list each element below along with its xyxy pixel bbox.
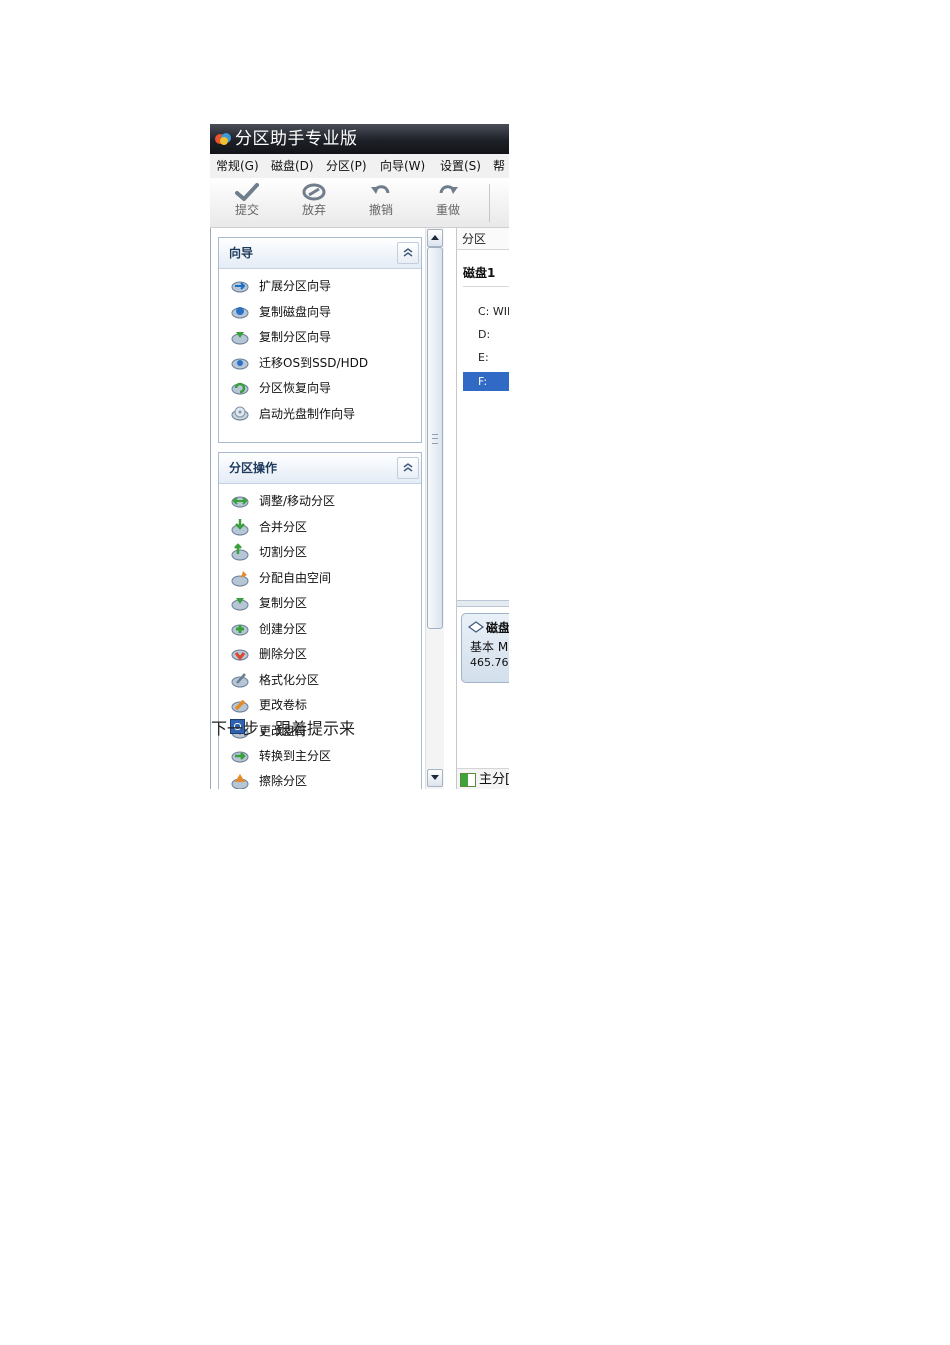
op-item-label: 转换到主分区 [259, 749, 332, 763]
partition-column-header[interactable]: 分区 [457, 228, 509, 250]
partition-collapse-button[interactable] [397, 457, 419, 479]
allocate-space-icon [231, 571, 249, 587]
partition-recovery-icon [231, 382, 249, 395]
double-chevron-up-icon [403, 463, 413, 472]
copy-partition-icon [231, 332, 249, 345]
title-bar[interactable]: 分区助手专业版 [210, 124, 509, 154]
disk-icon [468, 621, 484, 633]
disk-card-size: 465.76 [470, 656, 509, 669]
op-item-label: 切割分区 [259, 545, 308, 559]
op-item-label: 调整/移动分区 [259, 494, 336, 508]
scroll-down-button[interactable] [427, 769, 443, 787]
convert-primary-icon [231, 751, 249, 763]
menu-partition[interactable]: 分区(P) [326, 154, 367, 178]
submit-label: 提交 [234, 203, 259, 217]
menu-help[interactable]: 帮 [493, 154, 505, 178]
partition-panel-title: 分区操作 [229, 461, 278, 475]
scroll-thumb[interactable] [427, 247, 443, 629]
discard-icon [302, 183, 326, 201]
split-partition-icon [231, 543, 249, 561]
op-item-label: 合并分区 [259, 520, 308, 534]
wizard-item-label: 启动光盘制作向导 [259, 407, 356, 421]
op-item-label: 复制分区 [259, 596, 308, 610]
wizard-item-label: 分区恢复向导 [259, 381, 332, 395]
triangle-down-icon [431, 775, 439, 780]
triangle-up-icon [431, 235, 439, 240]
redo-label: 重做 [435, 203, 460, 217]
undo-label: 撤销 [368, 203, 393, 217]
format-partition-icon [231, 673, 249, 688]
migrate-os-icon [231, 358, 249, 370]
operations-sidebar: 向导 扩展分区向导 复制磁盘向导 复制分区向导 迁移OS到SSD/HDD 分区恢… [210, 228, 455, 789]
disk-card-type: 基本 M [470, 640, 509, 654]
redo-button[interactable]: 重做 [423, 182, 473, 226]
primary-partition-legend: 主分[ [479, 772, 509, 787]
app-logo-icon [215, 133, 231, 145]
op-item-label: 擦除分区 [259, 774, 308, 788]
disk-card-name: 磁盘 [486, 621, 509, 635]
menu-settings[interactable]: 设置(S) [440, 154, 481, 178]
wizard-item-label: 扩展分区向导 [259, 279, 332, 293]
menu-wizard[interactable]: 向导(W) [380, 154, 425, 178]
partition-row-e[interactable]: E: [463, 348, 509, 367]
boot-disc-icon [231, 406, 249, 421]
toolbar-separator [489, 184, 490, 222]
copy-partition-icon [231, 598, 249, 611]
legend-bar: 主分[ [457, 768, 509, 789]
change-label-icon [231, 699, 249, 713]
discard-label: 放弃 [301, 203, 326, 217]
resize-move-icon [231, 496, 249, 508]
wizard-collapse-button[interactable] [397, 242, 419, 264]
checkmark-icon [235, 183, 259, 201]
partition-row-c[interactable]: C: WII [463, 302, 509, 321]
copy-disk-icon [231, 307, 249, 319]
disk-card[interactable]: 磁盘 基本 M 465.76 [461, 613, 509, 683]
op-item-label: 创建分区 [259, 622, 308, 636]
partition-list-pane: 分区 磁盘1 C: WII D: E: F: 磁盘 基本 M 465.76 主分… [456, 228, 509, 789]
menu-disk[interactable]: 磁盘(D) [271, 154, 314, 178]
sidebar-scrollbar[interactable] [425, 228, 444, 789]
op-item-label: 更改卷标 [259, 698, 308, 712]
partition-row-f[interactable]: F: [463, 372, 509, 391]
extend-partition-icon [231, 281, 249, 293]
wizard-item-label: 复制分区向导 [259, 330, 332, 344]
submit-button[interactable]: 提交 [222, 182, 272, 226]
menu-general[interactable]: 常规(G) [216, 154, 259, 178]
toolbar: 提交 放弃 撤销 重做 [210, 178, 509, 228]
disk-row-divider [463, 286, 509, 287]
partition-row-d[interactable]: D: [463, 325, 509, 344]
wipe-partition-icon [231, 774, 249, 789]
wizard-panel-title: 向导 [229, 246, 254, 260]
primary-partition-swatch [460, 773, 476, 787]
menu-bar: 常规(G) 磁盘(D) 分区(P) 向导(W) 设置(S) 帮 [210, 154, 509, 178]
merge-partition-icon [231, 519, 249, 536]
wizard-panel: 向导 扩展分区向导 复制磁盘向导 复制分区向导 迁移OS到SSD/HDD 分区恢… [218, 237, 422, 443]
double-chevron-up-icon [403, 248, 413, 257]
scroll-grip [432, 434, 438, 444]
wizard-item-label: 复制磁盘向导 [259, 305, 332, 319]
window-title: 分区助手专业版 [235, 129, 358, 149]
discard-button[interactable]: 放弃 [289, 182, 339, 226]
disk-1-row[interactable]: 磁盘1 [463, 264, 495, 281]
scroll-up-button[interactable] [427, 229, 443, 247]
op-item-label: 分配自由空间 [259, 571, 332, 585]
op-item-label: 格式化分区 [259, 673, 320, 687]
undo-icon [371, 185, 390, 194]
create-partition-icon [231, 624, 249, 636]
document-caption: 下一步，跟着提示来 [211, 719, 356, 738]
delete-partition-icon [231, 649, 249, 661]
partition-assistant-window: 分区助手专业版 常规(G) 磁盘(D) 分区(P) 向导(W) 设置(S) 帮 … [210, 124, 509, 789]
pane-splitter[interactable] [457, 600, 509, 607]
op-item-label: 删除分区 [259, 647, 308, 661]
undo-button[interactable]: 撤销 [356, 182, 406, 226]
wizard-item-label: 迁移OS到SSD/HDD [259, 356, 369, 370]
wizard-panel-header[interactable]: 向导 [219, 238, 421, 269]
redo-icon [439, 185, 458, 194]
partition-panel-header[interactable]: 分区操作 [219, 453, 421, 484]
